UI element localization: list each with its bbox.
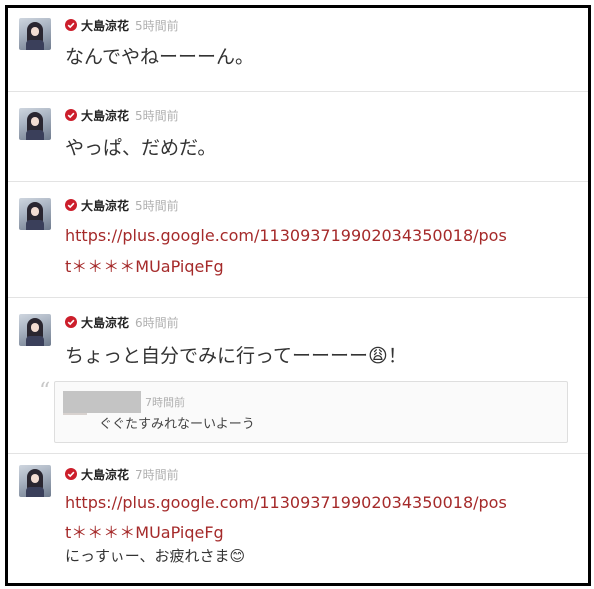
- post-text: やっぱ、だめだ。: [65, 137, 217, 159]
- post-text: ちょっと自分でみに行ってーーーー😩！: [65, 345, 407, 367]
- post-time[interactable]: 5時間前: [135, 107, 179, 124]
- post-time[interactable]: 6時間前: [135, 314, 179, 331]
- post-header: 大島涼花 5時間前: [65, 197, 179, 213]
- post-5: 大島涼花 7時間前 https://plus.google.com/113093…: [8, 453, 588, 583]
- author-name[interactable]: 大島涼花: [81, 466, 129, 483]
- post-header: 大島涼花 5時間前: [65, 17, 179, 33]
- post-time[interactable]: 5時間前: [135, 197, 179, 214]
- author-name[interactable]: 大島涼花: [81, 197, 129, 214]
- post-header: 大島涼花 6時間前: [65, 314, 179, 330]
- post-link[interactable]: https://plus.google.com/1130937199020343…: [65, 226, 507, 245]
- post-header: 大島涼花 7時間前: [65, 466, 179, 482]
- post-1: 大島涼花 5時間前 なんでやねーーーん。: [8, 8, 588, 92]
- verified-badge-icon: [65, 468, 77, 480]
- author-name[interactable]: 大島涼花: [81, 17, 129, 34]
- post-link-continued[interactable]: t＊＊＊＊MUaPiqeFg: [65, 519, 224, 543]
- comment-author-redacted: [63, 391, 141, 413]
- verified-badge-icon: [65, 109, 77, 121]
- author-avatar[interactable]: [19, 198, 51, 230]
- post-link[interactable]: https://plus.google.com/1130937199020343…: [65, 493, 507, 512]
- post-link-continued[interactable]: t＊＊＊＊MUaPiqeFg: [65, 253, 224, 277]
- verified-badge-icon: [65, 19, 77, 31]
- post-2: 大島涼花 5時間前 やっぱ、だめだ。: [8, 91, 588, 182]
- verified-badge-icon: [65, 316, 77, 328]
- comment-time[interactable]: 7時間前: [145, 394, 185, 410]
- post-time[interactable]: 5時間前: [135, 17, 179, 34]
- post-header: 大島涼花 5時間前: [65, 107, 179, 123]
- post-time[interactable]: 7時間前: [135, 466, 179, 483]
- post-3: 大島涼花 5時間前 https://plus.google.com/113093…: [8, 181, 588, 298]
- stream-panel: 大島涼花 5時間前 なんでやねーーーん。 大島涼花 5時間前 やっぱ、だめだ。: [5, 5, 591, 586]
- post-4: 大島涼花 6時間前 ちょっと自分でみに行ってーーーー😩！ “ 7時間前 ぐぐたす…: [8, 297, 588, 454]
- verified-badge-icon: [65, 199, 77, 211]
- post-text: なんでやねーーーん。: [65, 46, 255, 68]
- author-avatar[interactable]: [19, 314, 51, 346]
- author-avatar[interactable]: [19, 18, 51, 50]
- comment-box: 7時間前 ぐぐたすみれなーいよーう: [54, 381, 568, 443]
- author-avatar[interactable]: [19, 108, 51, 140]
- author-name[interactable]: 大島涼花: [81, 314, 129, 331]
- comment-text: ぐぐたすみれなーいよーう: [99, 417, 255, 432]
- author-avatar[interactable]: [19, 465, 51, 497]
- post-text: にっすぃー、お疲れさま😊: [65, 547, 246, 565]
- author-name[interactable]: 大島涼花: [81, 107, 129, 124]
- quote-icon: “: [39, 379, 51, 404]
